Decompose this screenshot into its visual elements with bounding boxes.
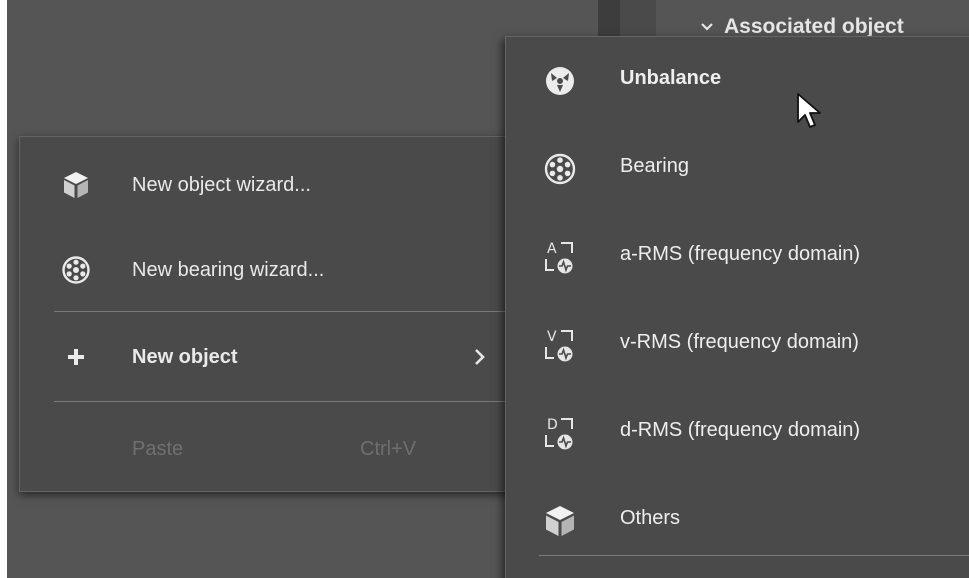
submenu-item-label: a-RMS (frequency domain) — [620, 243, 861, 265]
context-menu: New object wizard... New bearing wizard.… — [19, 136, 521, 492]
submenu-item-label: d-RMS (frequency domain) — [620, 419, 861, 441]
cube-icon — [546, 506, 574, 536]
menu-item-new-bearing-wizard[interactable]: New bearing wizard... — [20, 240, 520, 300]
app-screen: Associated object New object wizard... N… — [0, 0, 969, 578]
icon-letter: V — [547, 329, 557, 345]
bearing-icon — [60, 254, 92, 286]
cube-icon — [60, 169, 92, 201]
submenu-item-unbalance[interactable]: Unbalance — [506, 37, 969, 125]
menu-divider — [539, 555, 969, 556]
panel-edge — [620, 0, 656, 40]
chevron-down-icon — [701, 23, 713, 31]
menu-item-label: New bearing wizard... — [132, 258, 325, 281]
mouse-pointer-icon — [797, 93, 821, 128]
submenu-item-label: Others — [620, 507, 681, 529]
submenu-item-others[interactable]: Others — [506, 477, 969, 565]
unbalance-icon — [546, 67, 574, 95]
a-rms-icon: A — [545, 241, 573, 274]
menu-divider — [54, 401, 520, 402]
d-rms-icon: D — [545, 417, 573, 450]
bearing-icon — [544, 153, 576, 185]
submenu-item-label: Unbalance — [620, 67, 722, 89]
menu-item-label: New object wizard... — [132, 173, 311, 196]
new-object-submenu: Unbalance Bearing A a-RMS (frequency dom… — [505, 36, 969, 578]
menu-item-paste[interactable]: Paste Ctrl+V — [20, 419, 520, 479]
submenu-item-label: v-RMS (frequency domain) — [620, 331, 859, 353]
submenu-item-a-rms[interactable]: A a-RMS (frequency domain) — [506, 213, 969, 301]
menu-item-new-object[interactable]: New object — [20, 327, 520, 387]
plus-icon — [60, 341, 92, 373]
menu-divider — [54, 311, 520, 312]
icon-letter: A — [547, 241, 557, 257]
shortcut-label: Ctrl+V — [360, 437, 417, 460]
menu-item-new-object-wizard[interactable]: New object wizard... — [20, 155, 520, 215]
menu-item-label: Paste — [132, 437, 184, 460]
submenu-item-d-rms[interactable]: D d-RMS (frequency domain) — [506, 389, 969, 477]
v-rms-icon: V — [545, 329, 573, 362]
submenu-item-v-rms[interactable]: V v-RMS (frequency domain) — [506, 301, 969, 389]
submenu-item-bearing[interactable]: Bearing — [506, 125, 969, 213]
chevron-right-icon — [475, 349, 485, 365]
panel-splitter[interactable] — [598, 0, 620, 40]
menu-item-label: New object — [132, 345, 238, 368]
submenu-item-label: Bearing — [620, 155, 689, 177]
icon-letter: D — [547, 417, 558, 433]
